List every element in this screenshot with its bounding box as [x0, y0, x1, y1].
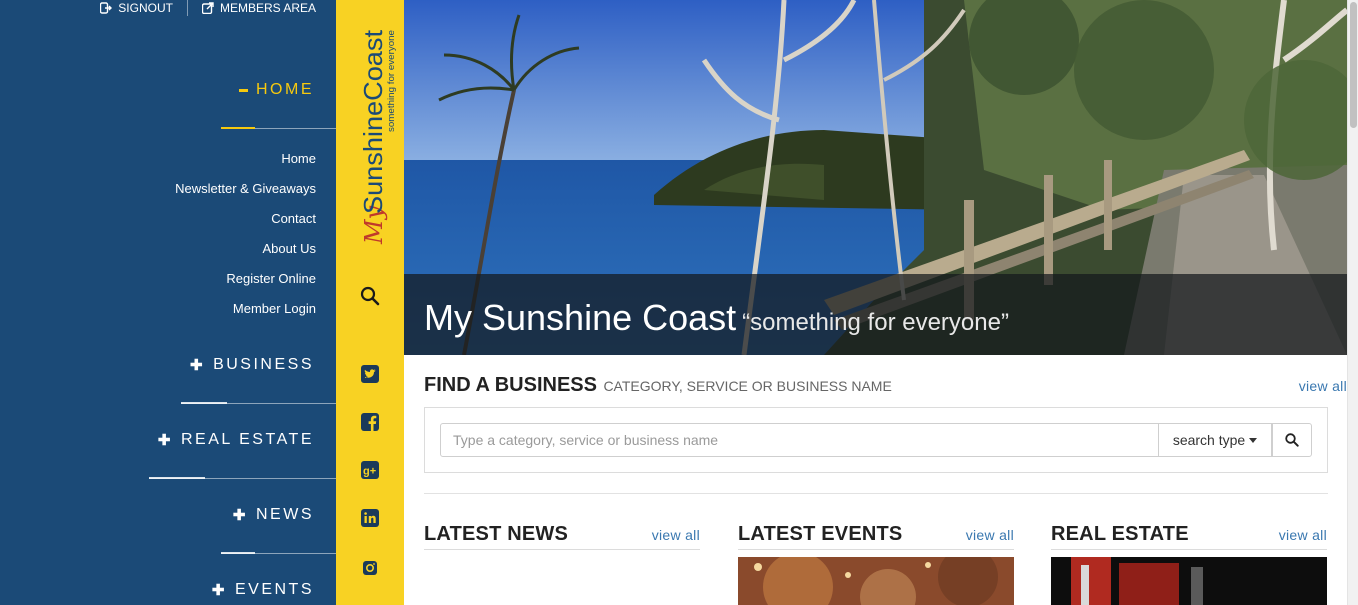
nav-events-label: EVENTS [234, 581, 314, 598]
external-link-icon [201, 2, 214, 14]
nav-news[interactable]: ✚ NEWS [233, 506, 314, 524]
latest-news-column: LATEST NEWS view all [424, 523, 700, 550]
find-business-heading: FIND A BUSINESS CATEGORY, SERVICE OR BUS… [424, 374, 892, 397]
business-search-form: search type [424, 407, 1328, 473]
search-icon [1285, 433, 1299, 447]
news-underline [221, 552, 336, 554]
facebook-icon[interactable] [360, 412, 380, 432]
find-business-view-all[interactable]: view all [1299, 378, 1347, 394]
event-thumbnail[interactable] [738, 557, 1014, 605]
hero-caption: My Sunshine Coast “something for everyone… [404, 274, 1347, 355]
hero-banner: My Sunshine Coast “something for everyone… [404, 0, 1347, 355]
plus-icon: ✚ [190, 357, 206, 374]
instagram-icon[interactable] [360, 558, 380, 578]
submenu-about[interactable]: About Us [175, 234, 316, 264]
plus-icon: ✚ [232, 507, 248, 524]
caret-down-icon [1249, 437, 1258, 443]
twitter-icon[interactable] [360, 364, 380, 384]
find-business-subtitle: CATEGORY, SERVICE OR BUSINESS NAME [603, 378, 892, 394]
search-icon[interactable] [360, 286, 380, 306]
home-submenu: Home Newsletter & Giveaways Contact Abou… [175, 144, 316, 324]
hero-title-text: My Sunshine Coast [424, 297, 737, 338]
latest-events-column: LATEST EVENTS view all [738, 523, 1014, 605]
column-rule [1051, 549, 1327, 550]
search-button[interactable] [1272, 423, 1312, 457]
nav-business-label: BUSINESS [213, 356, 314, 373]
nav-home-label: HOME [256, 81, 314, 98]
logo-name: SunshineCoast [358, 29, 388, 214]
submenu-contact[interactable]: Contact [175, 204, 316, 234]
submenu-newsletter[interactable]: Newsletter & Giveaways [175, 174, 316, 204]
nav-real-estate[interactable]: ✚ REAL ESTATE [158, 431, 314, 449]
hero-title: My Sunshine Coast “something for everyone… [424, 297, 1009, 339]
business-underline [181, 402, 336, 404]
active-dash [239, 88, 248, 92]
nav-real-estate-label: REAL ESTATE [180, 431, 314, 448]
members-area-label: MEMBERS AREA [219, 1, 316, 15]
page-scrollbar[interactable] [1347, 0, 1358, 605]
column-rule [424, 549, 700, 550]
sidebar: SIGNOUT MEMBERS AREA HOME Home Newslette… [0, 0, 336, 605]
signout-link[interactable]: SIGNOUT [100, 1, 173, 15]
real-estate-underline [149, 477, 336, 479]
search-type-dropdown[interactable]: search type [1158, 423, 1272, 457]
scrollbar-thumb[interactable] [1350, 2, 1357, 128]
submenu-home[interactable]: Home [175, 144, 316, 174]
members-area-link[interactable]: MEMBERS AREA [201, 1, 316, 15]
page: SIGNOUT MEMBERS AREA HOME Home Newslette… [0, 0, 1358, 605]
home-underline [221, 127, 336, 129]
section-divider [424, 493, 1328, 494]
toplink-separator [186, 0, 188, 16]
real-estate-column: REAL ESTATE view all [1051, 523, 1327, 605]
submenu-register[interactable]: Register Online [175, 264, 316, 294]
plus-icon: ✚ [157, 432, 173, 449]
latest-news-view-all[interactable]: view all [652, 527, 700, 543]
social-strip: My SunshineCoast something for everyone … [336, 0, 404, 605]
search-type-label: search type [1172, 432, 1246, 448]
find-business-title: FIND A BUSINESS [424, 374, 597, 396]
latest-events-view-all[interactable]: view all [966, 527, 1014, 543]
real-estate-view-all[interactable]: view all [1279, 527, 1327, 543]
signout-label: SIGNOUT [118, 1, 173, 15]
site-logo[interactable]: My SunshineCoast something for everyone [344, 0, 398, 250]
nav-news-label: NEWS [256, 506, 314, 523]
google-plus-icon[interactable]: g+ [360, 460, 380, 480]
nav-home[interactable]: HOME [239, 81, 314, 99]
column-rule [738, 549, 1014, 550]
main-content: FIND A BUSINESS CATEGORY, SERVICE OR BUS… [404, 355, 1347, 605]
real-estate-thumbnail[interactable] [1051, 557, 1327, 605]
signout-icon [100, 2, 113, 14]
logo-tagline: something for everyone [386, 30, 396, 132]
top-links: SIGNOUT MEMBERS AREA [100, 0, 316, 16]
business-search-input[interactable] [440, 423, 1159, 457]
linkedin-icon[interactable] [360, 508, 380, 528]
hero-tagline: “something for everyone” [742, 309, 1009, 336]
svg-text:g+: g+ [363, 466, 376, 478]
submenu-member-login[interactable]: Member Login [175, 294, 316, 324]
plus-icon: ✚ [211, 582, 227, 599]
nav-business[interactable]: ✚ BUSINESS [190, 356, 314, 374]
nav-events[interactable]: ✚ EVENTS [212, 581, 314, 599]
